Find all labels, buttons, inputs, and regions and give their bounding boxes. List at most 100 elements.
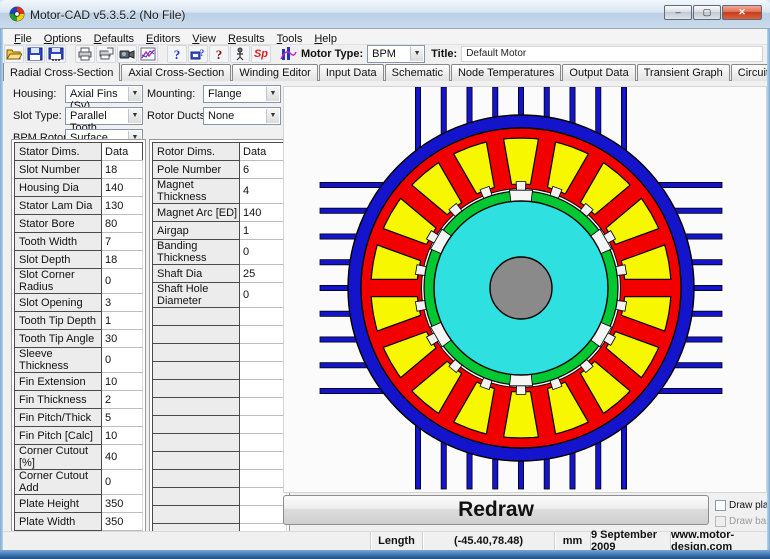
about-button[interactable] — [230, 45, 250, 63]
checkbox-box[interactable] — [715, 500, 726, 511]
motor-title-input[interactable]: Default Motor — [461, 46, 763, 62]
slot-type-label: Slot Type: — [13, 110, 62, 122]
data-cell — [240, 308, 287, 326]
menu-file[interactable]: File — [8, 32, 38, 45]
table-row: Plate Width350 — [15, 513, 143, 531]
row-label — [153, 452, 240, 470]
table-row: Magnet Thickness4 — [153, 179, 287, 204]
data-cell[interactable]: 30 — [102, 330, 143, 348]
menu-view[interactable]: View — [186, 32, 222, 45]
tab-transient-graph[interactable]: Transient Graph — [637, 64, 730, 81]
menu-options[interactable]: Options — [38, 32, 88, 45]
minimize-button[interactable]: – — [664, 5, 692, 20]
data-cell[interactable]: 0 — [240, 240, 287, 265]
menu-results[interactable]: Results — [222, 32, 271, 45]
tab-radial-cross-section[interactable]: Radial Cross-Section — [3, 62, 120, 81]
close-button[interactable]: ✕ — [722, 5, 762, 20]
table-row: Fin Thickness2 — [15, 391, 143, 409]
table-row: Banding Thickness0 — [153, 240, 287, 265]
save-as-button[interactable] — [46, 45, 66, 63]
menu-editors[interactable]: Editors — [140, 32, 186, 45]
tab-schematic[interactable]: Schematic — [385, 64, 450, 81]
open-icon — [6, 47, 22, 61]
data-cell — [240, 470, 287, 488]
data-cell[interactable]: 3 — [102, 294, 143, 312]
status-45-40-78-48: (-45.40,78.48) — [422, 532, 554, 550]
chevron-down-icon: ▼ — [266, 87, 279, 101]
tab-winding-editor[interactable]: Winding Editor — [232, 64, 318, 81]
checkbox-box — [715, 516, 726, 527]
open-button[interactable] — [4, 45, 24, 63]
menu-help[interactable]: Help — [308, 32, 343, 45]
title-bar[interactable]: Motor-CAD v5.3.5.2 (No File) – ▢ ✕ — [0, 0, 770, 29]
mounting-select[interactable]: Flange▼ — [203, 85, 281, 103]
save-as-icon — [48, 47, 64, 61]
save-icon — [27, 47, 43, 61]
data-cell[interactable]: 7 — [102, 233, 143, 251]
about-icon — [232, 47, 248, 61]
tab-output-data[interactable]: Output Data — [562, 64, 635, 81]
tab-axial-cross-section[interactable]: Axial Cross-Section — [121, 64, 231, 81]
data-cell[interactable]: 6 — [240, 161, 287, 179]
table-row — [153, 488, 287, 506]
data-cell[interactable]: 40 — [102, 445, 143, 470]
housing-select[interactable]: Axial Fins (Sv)▼ — [65, 85, 143, 103]
data-cell[interactable]: 5 — [102, 409, 143, 427]
print-setup-button[interactable] — [96, 45, 116, 63]
motor-type-icon — [279, 46, 297, 62]
draw-plate-checkbox[interactable]: Draw plate — [715, 498, 770, 512]
row-label: Sleeve Thickness — [15, 348, 102, 373]
data-cell[interactable]: 80 — [102, 215, 143, 233]
slot-type-select[interactable]: Parallel Tooth▼ — [65, 107, 143, 125]
tab-circuit-editor[interactable]: Circuit Editor — [731, 64, 770, 81]
row-label — [153, 398, 240, 416]
data-cell[interactable]: 350 — [102, 513, 143, 531]
redraw-button[interactable]: Redraw — [283, 495, 709, 525]
menu-tools[interactable]: Tools — [271, 32, 309, 45]
data-cell[interactable]: 0 — [102, 269, 143, 294]
save-button[interactable] — [25, 45, 45, 63]
data-cell[interactable]: 18 — [102, 251, 143, 269]
sp-units-button[interactable]: Sp — [251, 45, 271, 63]
data-cell — [240, 326, 287, 344]
export-button[interactable] — [117, 45, 137, 63]
help-index-button[interactable]: ? — [188, 45, 208, 63]
data-cell[interactable]: 25 — [240, 265, 287, 283]
data-cell[interactable]: 4 — [240, 179, 287, 204]
data-cell[interactable]: 0 — [102, 470, 143, 495]
row-label — [153, 380, 240, 398]
data-cell[interactable]: 0 — [102, 348, 143, 373]
data-cell[interactable]: 2 — [102, 391, 143, 409]
graph-button[interactable] — [138, 45, 158, 63]
help-context-button[interactable]: ? — [209, 45, 229, 63]
data-cell[interactable]: 18 — [102, 161, 143, 179]
data-cell[interactable]: 0 — [240, 283, 287, 308]
rotor-ducts-select[interactable]: None▼ — [203, 107, 281, 125]
help-button[interactable]: ? — [167, 45, 187, 63]
column-header-data: Data — [102, 143, 143, 161]
svg-text:?: ? — [174, 47, 181, 61]
menu-defaults[interactable]: Defaults — [88, 32, 140, 45]
data-cell[interactable]: 140 — [102, 179, 143, 197]
data-cell[interactable]: 1 — [102, 312, 143, 330]
table-row: Fin Pitch [Calc]10 — [15, 427, 143, 445]
table-row: Corner Cutout [%]40 — [15, 445, 143, 470]
data-cell[interactable]: 130 — [102, 197, 143, 215]
print-button[interactable] — [75, 45, 95, 63]
data-cell[interactable]: 10 — [102, 373, 143, 391]
row-label: Slot Corner Radius — [15, 269, 102, 294]
row-label: Corner Cutout Add — [15, 470, 102, 495]
data-cell[interactable]: 1 — [240, 222, 287, 240]
maximize-button[interactable]: ▢ — [693, 5, 721, 20]
data-cell[interactable]: 140 — [240, 204, 287, 222]
table-row — [153, 452, 287, 470]
tab-input-data[interactable]: Input Data — [319, 64, 384, 81]
tab-node-temperatures[interactable]: Node Temperatures — [451, 64, 561, 81]
data-cell[interactable]: 10 — [102, 427, 143, 445]
motor-cross-section-view — [283, 86, 767, 493]
table-row: Magnet Arc [ED]140 — [153, 204, 287, 222]
data-cell[interactable]: 350 — [102, 495, 143, 513]
status-9-september-2009: 9 September 2009 — [590, 532, 670, 550]
motor-type-select[interactable]: BPM ▼ — [367, 45, 425, 63]
rotor-ducts-label: Rotor Ducts: — [147, 110, 208, 122]
